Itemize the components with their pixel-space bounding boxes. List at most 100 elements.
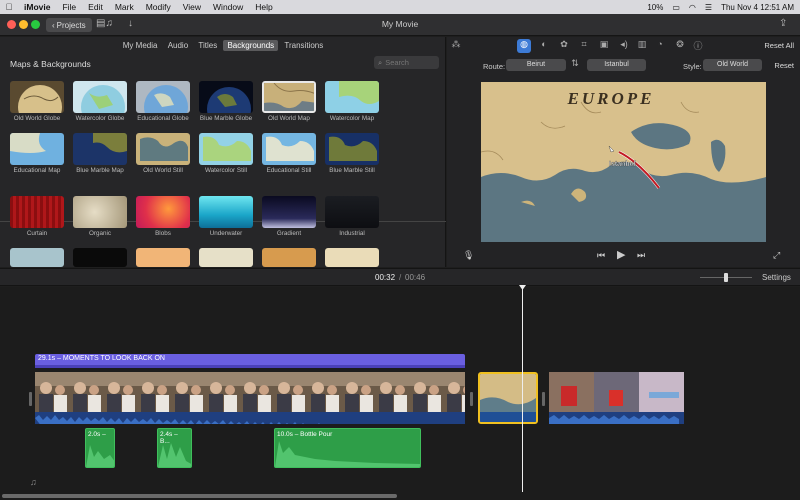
media-library-icon[interactable]: ▤♫ bbox=[96, 18, 113, 29]
thumb-underwater[interactable] bbox=[199, 196, 253, 228]
thumb-blue-marble-globe[interactable] bbox=[199, 81, 253, 113]
color-correction-icon[interactable]: ✿ bbox=[557, 39, 571, 53]
thumb-label: Old World Map bbox=[268, 115, 310, 122]
title-clip[interactable]: 29.1s – MOMENTS TO LOOK BACK ON bbox=[35, 354, 465, 368]
menu-help[interactable]: Help bbox=[249, 2, 278, 12]
thumb-educational-map[interactable] bbox=[10, 133, 64, 165]
reset-all-button[interactable]: Reset All bbox=[764, 41, 794, 50]
style-select[interactable]: Old World bbox=[703, 59, 762, 71]
title-bar: ‹ Projects ▤♫ ↓ My Movie ⇪ bbox=[0, 14, 800, 36]
minimize-window-button[interactable] bbox=[19, 20, 28, 29]
video-clip-main[interactable] bbox=[35, 372, 465, 424]
menu-modify[interactable]: Modify bbox=[140, 2, 177, 12]
total-time: 00:46 bbox=[405, 273, 426, 282]
swap-route-icon[interactable]: ⇅ bbox=[568, 58, 582, 72]
tab-my-media[interactable]: My Media bbox=[119, 40, 162, 51]
thumb-label: Organic bbox=[88, 230, 112, 237]
thumb-organic[interactable] bbox=[73, 196, 127, 228]
audio-clip[interactable]: 10.0s – Bottle Pour bbox=[274, 428, 421, 468]
menu-app-name[interactable]: iMovie bbox=[18, 2, 56, 12]
chevron-left-icon: ‹ bbox=[52, 20, 55, 30]
style-value: Old World bbox=[717, 61, 748, 68]
search-input[interactable] bbox=[385, 58, 434, 67]
import-icon[interactable]: ↓ bbox=[128, 18, 133, 29]
info-icon[interactable]: ⓘ bbox=[691, 39, 705, 53]
video-clip-last[interactable] bbox=[549, 372, 684, 424]
thumb-blue-marble-map[interactable] bbox=[73, 133, 127, 165]
thumb-old-world-still[interactable] bbox=[136, 133, 190, 165]
skip-forward-icon[interactable]: ⏭ bbox=[637, 250, 645, 261]
thumb-background[interactable] bbox=[325, 248, 379, 267]
zoom-window-button[interactable] bbox=[31, 20, 40, 29]
crop-icon[interactable]: ⌗ bbox=[577, 39, 591, 53]
clock[interactable]: Thu Nov 4 12:51 AM bbox=[721, 3, 794, 12]
share-icon[interactable]: ⇪ bbox=[779, 18, 787, 29]
thumb-old-world-globe[interactable] bbox=[10, 81, 64, 113]
close-window-button[interactable] bbox=[7, 20, 16, 29]
stabilization-icon[interactable]: ▣ bbox=[597, 39, 611, 53]
zoom-slider-handle[interactable] bbox=[724, 273, 728, 282]
projects-label: Projects bbox=[56, 20, 86, 30]
thumb-background[interactable] bbox=[199, 248, 253, 267]
globe-icon[interactable]: ◍ bbox=[517, 39, 531, 53]
audio-clip[interactable]: 2.0s – bbox=[85, 428, 115, 468]
apple-icon[interactable]:  bbox=[0, 2, 18, 12]
menu-edit[interactable]: Edit bbox=[82, 2, 109, 12]
tab-audio[interactable]: Audio bbox=[164, 40, 192, 51]
clip-filter-icon[interactable]: ❂ bbox=[673, 39, 687, 53]
thumb-label: Educational Still bbox=[266, 167, 312, 174]
thumb-background[interactable] bbox=[136, 248, 190, 267]
search-field[interactable]: ⌕ bbox=[374, 56, 439, 69]
magic-wand-icon[interactable]: ⁂ bbox=[449, 39, 463, 53]
clip-trim-handle[interactable] bbox=[542, 392, 545, 406]
tab-backgrounds[interactable]: Backgrounds bbox=[223, 40, 279, 51]
control-center-icon[interactable]: ☰ bbox=[705, 3, 712, 12]
thumb-watercolor-globe[interactable] bbox=[73, 81, 127, 113]
play-icon[interactable]: ▶ bbox=[617, 248, 625, 261]
reset-button[interactable]: Reset bbox=[774, 61, 794, 70]
tab-transitions[interactable]: Transitions bbox=[280, 40, 327, 51]
thumb-blobs[interactable] bbox=[136, 196, 190, 228]
menu-mark[interactable]: Mark bbox=[109, 2, 140, 12]
settings-button[interactable]: Settings bbox=[762, 273, 791, 282]
thumb-gradient[interactable] bbox=[262, 196, 316, 228]
skip-back-icon[interactable]: ⏮ bbox=[597, 250, 605, 261]
playhead[interactable] bbox=[522, 287, 523, 492]
thumb-label: Industrial bbox=[339, 230, 365, 237]
clip-trim-handle[interactable] bbox=[470, 392, 473, 406]
microphone-icon[interactable]: 🎙 bbox=[463, 250, 474, 261]
wifi-icon[interactable]: ◠ bbox=[689, 3, 696, 12]
timeline-scrollbar-thumb[interactable] bbox=[2, 494, 397, 498]
thumb-background[interactable] bbox=[73, 248, 127, 267]
tab-titles[interactable]: Titles bbox=[194, 40, 221, 51]
clip-trim-handle[interactable] bbox=[29, 392, 32, 406]
menu-file[interactable]: File bbox=[56, 2, 82, 12]
thumb-blue-marble-still[interactable] bbox=[325, 133, 379, 165]
thumb-background[interactable] bbox=[262, 248, 316, 267]
thumb-educational-still[interactable] bbox=[262, 133, 316, 165]
thumb-curtain[interactable] bbox=[10, 196, 64, 228]
menu-bar:  iMovie File Edit Mark Modify View Wind… bbox=[0, 0, 800, 14]
route-from-field[interactable]: Beirut bbox=[506, 59, 566, 71]
speed-icon[interactable]: ◔ bbox=[653, 39, 667, 53]
projects-button[interactable]: ‹ Projects bbox=[46, 18, 92, 32]
thumb-background[interactable] bbox=[10, 248, 64, 267]
window-title: My Movie bbox=[381, 19, 419, 29]
menu-view[interactable]: View bbox=[177, 2, 207, 12]
audio-clip[interactable]: 2.4s – B... bbox=[157, 428, 192, 468]
thumb-watercolor-map[interactable] bbox=[325, 81, 379, 113]
menu-window[interactable]: Window bbox=[207, 2, 249, 12]
route-to-field[interactable]: Istanbul bbox=[587, 59, 646, 71]
thumb-industrial[interactable] bbox=[325, 196, 379, 228]
thumb-old-world-map[interactable] bbox=[262, 81, 316, 113]
battery-icon[interactable]: ▭ bbox=[672, 3, 680, 12]
fullscreen-icon[interactable]: ⤢ bbox=[773, 250, 780, 261]
noise-reduction-icon[interactable]: ▥ bbox=[635, 39, 649, 53]
video-clip-map-selected[interactable] bbox=[478, 372, 538, 424]
thumb-watercolor-still[interactable] bbox=[199, 133, 253, 165]
volume-icon[interactable]: ◂) bbox=[617, 39, 631, 53]
color-balance-icon[interactable]: ◐ bbox=[537, 39, 551, 53]
thumb-label: Old World Globe bbox=[13, 115, 61, 122]
time-bar: 00:32 / 00:46 Settings bbox=[0, 268, 800, 286]
thumb-educational-globe[interactable] bbox=[136, 81, 190, 113]
